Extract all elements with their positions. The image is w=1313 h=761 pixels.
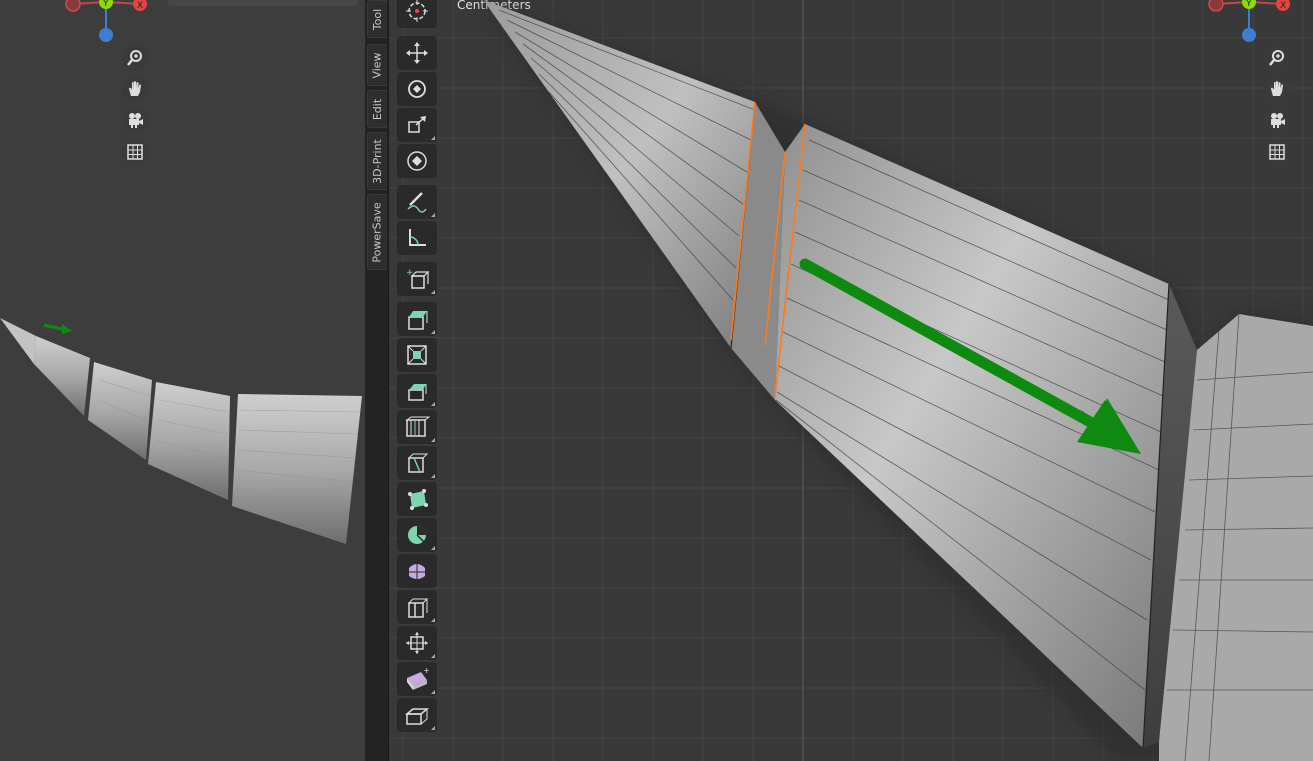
tab-view-label: View [371,51,385,79]
tab-edit[interactable]: Edit [367,90,387,128]
tool-annotate[interactable] [397,185,437,219]
ortho-grid-button[interactable] [122,139,148,165]
zoom-icon [127,50,142,66]
left-3d-viewport[interactable]: X Y [0,0,365,761]
tool-transform[interactable] [397,144,437,178]
horn-mesh[interactable] [389,0,1313,761]
tool-poly-build[interactable] [397,482,437,516]
axis-y-label: Y [102,0,109,9]
tab-tool-label: Tool [371,8,384,30]
zoom-button[interactable] [122,45,148,71]
camera-icon [1271,113,1285,128]
svg-text:+: + [423,666,430,675]
tab-3d-print[interactable]: 3D-Print [367,132,387,190]
annotate-icon [407,192,427,213]
tool-measure[interactable] [397,221,437,255]
tab-edit-label: Edit [371,98,384,120]
edge-slide-icon [407,598,429,618]
tool-smooth[interactable] [397,554,437,588]
ortho-grid-button-main[interactable] [1264,139,1290,165]
tool-rip[interactable] [397,698,437,732]
axis-gizmo[interactable]: X Y [60,0,155,48]
axis-x-label: X [137,1,143,11]
axis-x-label-main: X [1280,1,1286,11]
smooth-icon [409,564,425,579]
add-cube-icon: + [406,268,430,289]
inset-icon [407,345,427,365]
svg-text:+: + [406,268,414,278]
camera-button-main[interactable] [1264,107,1290,133]
zoom-button-main[interactable] [1264,45,1290,71]
cursor-icon [406,0,428,22]
pan-hand-icon [1271,81,1283,96]
tool-scale[interactable] [397,108,437,142]
tab-view[interactable]: View [367,44,387,86]
axis-y-label-main: Y [1245,0,1252,9]
tab-tool[interactable]: Tool [367,0,387,38]
tool-add-cube[interactable]: + [397,262,437,296]
tool-spin[interactable] [397,518,437,552]
bevel-icon [408,384,427,401]
move-icon [406,42,428,64]
poly-build-icon [408,489,428,510]
header-field[interactable] [168,0,358,6]
pan-button-main[interactable] [1264,76,1290,102]
knife-icon [407,453,429,473]
horn-mesh-preview[interactable] [0,300,365,560]
rip-icon [404,708,430,725]
tool-rotate[interactable] [397,72,437,106]
tool-knife[interactable] [397,446,437,480]
camera-icon [129,113,143,128]
tool-shear[interactable]: + [397,662,437,696]
tool-inset[interactable] [397,338,437,372]
pan-hand-icon [129,81,141,96]
tool-extrude[interactable] [397,302,437,336]
loop-cut-icon [405,416,430,437]
tool-edge-slide[interactable] [397,590,437,624]
shrink-fatten-icon [406,632,428,654]
camera-button[interactable] [122,107,148,133]
tab-powersave-label: PowerSave [371,201,385,263]
zoom-icon [1269,50,1284,66]
measure-icon [409,229,426,246]
tool-bevel[interactable] [397,374,437,408]
grid-icon [1269,144,1285,160]
axis-gizmo-main[interactable]: X Y [1203,0,1298,48]
rotate-icon [408,80,426,98]
tool-move[interactable] [397,36,437,70]
main-3d-viewport[interactable]: Centimeters [389,0,1313,761]
shear-icon: + [407,666,430,690]
tab-powersave[interactable]: PowerSave [367,194,387,270]
pan-button[interactable] [122,76,148,102]
spin-icon [408,526,426,544]
tool-shrink-fatten[interactable] [397,626,437,660]
grid-icon [127,144,143,160]
tool-loop-cut[interactable] [397,410,437,444]
transform-icon [407,151,427,171]
tab-3d-print-label: 3D-Print [371,138,384,184]
scale-icon [408,116,426,133]
extrude-icon [408,311,428,330]
tool-cursor[interactable] [397,0,437,28]
blender-window: X Y Tool View Edit 3D-Print PowerSave X … [0,0,1313,761]
sidebar-tabs: Tool View Edit 3D-Print PowerSave [365,0,389,761]
